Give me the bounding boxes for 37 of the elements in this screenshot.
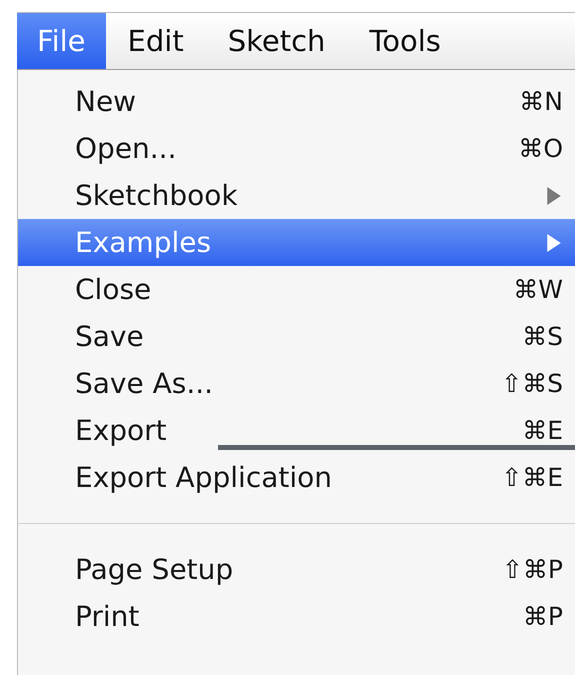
menu-item-label: Export Application [75,461,332,494]
menu-item[interactable]: Save As... ⇧⌘S [18,360,575,407]
shortcut: ⇧⌘E [501,463,563,492]
shortcut: ⇧⌘P [502,555,563,584]
menu-item-label: Open... [75,132,176,165]
menu-item[interactable]: New ⌘N [18,78,575,125]
menu-bar-item[interactable]: Sketch [206,13,348,69]
shortcut: ⌘E [522,416,563,445]
menu-item-label: Print [75,600,140,633]
menu-item-label: Examples [75,226,212,259]
menu-item[interactable]: Save ⌘S [18,313,575,360]
shortcut: ⌘P [522,602,563,631]
menu-item-label: Page Setup [75,553,234,586]
menu-item[interactable]: Print ⌘P [18,593,575,640]
submenu-arrow-icon [547,234,561,252]
shortcut: ⌘O [518,134,563,163]
shortcut: ⌘S [522,322,563,351]
menu-item-label: Sketchbook [75,179,238,212]
menu-item-label: Save [75,320,144,353]
menu-bar-item[interactable]: Tools [347,13,463,69]
menu-item[interactable]: Open... ⌘O [18,125,575,172]
menu-item-label: Export [75,414,167,447]
menu-item[interactable]: Export Application ⇧⌘E [18,454,575,501]
menu-bar-item[interactable]: File [17,13,106,69]
shortcut: ⌘W [513,275,563,304]
menu-item[interactable]: Examples [18,219,575,266]
menu-item-label: Save As... [75,367,214,400]
shortcut: ⌘N [519,87,563,116]
shortcut: ⇧⌘S [501,369,563,398]
menu-item-label: Close [75,273,152,306]
menu-item[interactable]: Page Setup ⇧⌘P [18,546,575,593]
menu-item-label: New [75,85,136,118]
menu-bar-item[interactable]: Edit [106,13,206,69]
submenu-arrow-icon [547,186,561,204]
menu-item[interactable]: Export ⌘E [18,407,575,454]
menu-item[interactable]: Close ⌘W [18,266,575,313]
menu-item[interactable]: Sketchbook [18,172,575,219]
